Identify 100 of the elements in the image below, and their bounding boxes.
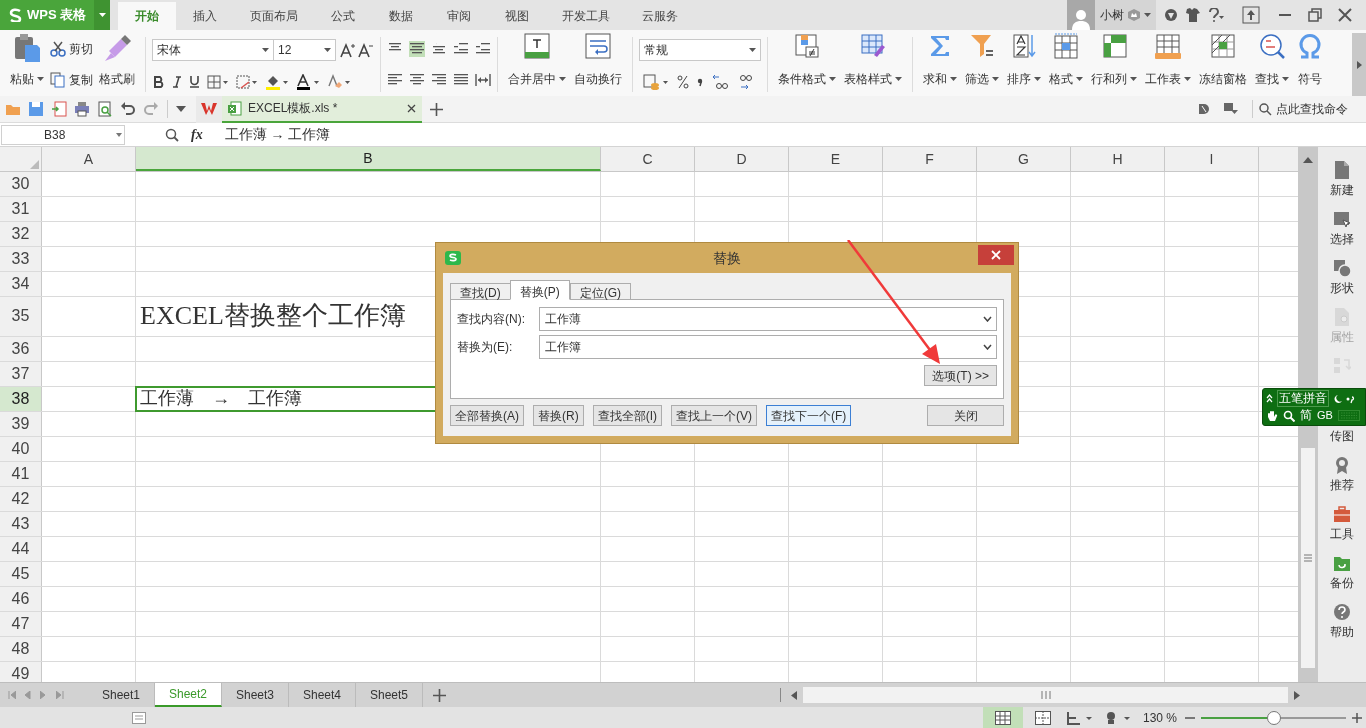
row-header[interactable]: 49 — [0, 661, 42, 682]
dialog-close-button[interactable] — [978, 245, 1014, 265]
menu-tab[interactable]: 数据 — [372, 2, 430, 30]
row-header[interactable]: 46 — [0, 586, 42, 611]
copy-button[interactable]: 复制 — [50, 71, 93, 90]
dialog-button[interactable]: 查找全部(I) — [592, 405, 662, 426]
table-style-button[interactable]: 表格样式 — [840, 33, 906, 91]
column-header[interactable]: E — [789, 147, 883, 171]
font-size-dropdown[interactable]: 12 — [274, 39, 336, 62]
macro-icon — [132, 712, 146, 724]
column-header[interactable]: D — [695, 147, 789, 171]
row-header[interactable]: 40 — [0, 436, 42, 461]
ime-toolbar[interactable]: 五笔拼音 简 GB — [1262, 388, 1366, 426]
paste-button[interactable]: 粘贴 — [6, 33, 48, 91]
dialog-button[interactable]: 查找下一个(F) — [766, 405, 852, 426]
number-format-dropdown[interactable]: 常规 — [639, 39, 761, 62]
first-sheet-icon — [8, 691, 16, 699]
row-header[interactable]: 36 — [0, 336, 42, 361]
slider-thumb[interactable] — [1266, 711, 1281, 725]
crown-badge-icon — [1127, 8, 1141, 22]
command-search-field[interactable]: 点此查找命令 — [1252, 100, 1360, 118]
dialog-tab[interactable]: 查找(D) — [450, 283, 511, 300]
row-header[interactable]: 39 — [0, 411, 42, 436]
dialog-button[interactable]: 替换(R) — [533, 405, 584, 426]
combo-field[interactable]: 工作簿 — [539, 335, 997, 359]
function-button[interactable]: fx — [191, 124, 203, 145]
sort-button[interactable]: 排序 — [1003, 33, 1045, 91]
filter-button[interactable]: 筛选 — [961, 33, 1003, 91]
shapes-button[interactable]: 形状 — [1330, 259, 1354, 297]
row-header[interactable]: 37 — [0, 361, 42, 386]
plus-icon — [433, 688, 446, 702]
worksheet-button[interactable]: 工作表 — [1141, 33, 1195, 91]
dialog-button[interactable]: 全部替换(A) — [450, 405, 524, 426]
menu-tab[interactable]: 插入 — [176, 2, 234, 30]
font-name-dropdown[interactable]: 宋体 — [152, 39, 274, 62]
row-header[interactable]: 38 — [0, 386, 42, 411]
freeze-panes-button[interactable]: 冻结窗格 — [1195, 33, 1251, 91]
recommend-button[interactable]: 推荐 — [1330, 456, 1354, 494]
zoom-slider[interactable] — [1201, 711, 1346, 725]
new-button[interactable]: 新建 — [1330, 161, 1354, 199]
user-name: 小树 — [1100, 7, 1124, 24]
active-cell[interactable]: 工作薄 → 工作簿 — [136, 386, 601, 411]
rows-columns-button[interactable]: 行和列 — [1087, 33, 1141, 91]
column-header[interactable]: F — [883, 147, 977, 171]
tools-button[interactable]: 工具 — [1330, 505, 1354, 543]
row-header[interactable]: 42 — [0, 486, 42, 511]
row-header[interactable]: 45 — [0, 561, 42, 586]
cut-button[interactable]: 剪切 — [50, 39, 93, 58]
row-header[interactable]: 31 — [0, 197, 42, 221]
help-button[interactable]: 帮助 — [1330, 603, 1354, 641]
format-button[interactable]: 格式 — [1045, 33, 1087, 91]
dialog-tab[interactable]: 定位(G) — [569, 283, 631, 300]
tab-close-button[interactable] — [407, 103, 416, 113]
backup-button[interactable]: 备份 — [1330, 554, 1354, 592]
ribbon-scroll-button[interactable] — [1352, 33, 1366, 96]
format-painter-button[interactable]: 格式刷 — [95, 33, 139, 91]
menu-tab[interactable]: 公式 — [314, 2, 372, 30]
menu-tab[interactable]: 云服务 — [626, 2, 694, 30]
column-header[interactable]: C — [601, 147, 695, 171]
menu-tab[interactable]: 审阅 — [430, 2, 488, 30]
sum-button[interactable]: 求和 — [919, 33, 961, 91]
close-icon — [407, 103, 416, 113]
symbol-button[interactable]: 符号 — [1293, 33, 1327, 91]
percent-icon — [677, 74, 689, 89]
new-tab-button[interactable] — [430, 102, 443, 116]
column-header[interactable]: H — [1071, 147, 1165, 171]
select-button[interactable]: 选择 — [1330, 210, 1354, 248]
row-header[interactable]: 33 — [0, 247, 42, 271]
normal-view-button[interactable] — [982, 707, 1023, 728]
document-tab[interactable]: EXCEL模板.xls * — [222, 95, 422, 123]
menu-tab[interactable]: 开发工具 — [546, 2, 626, 30]
row-header[interactable]: 48 — [0, 636, 42, 661]
row-header[interactable]: 30 — [0, 172, 42, 196]
column-header[interactable]: B — [136, 147, 601, 171]
row-header[interactable]: 47 — [0, 611, 42, 636]
horizontal-scrollbar-thumb[interactable] — [803, 687, 1288, 703]
row-header[interactable]: 35 — [0, 297, 42, 336]
scrollbar-thumb[interactable] — [1301, 448, 1315, 668]
row-header[interactable]: 43 — [0, 511, 42, 536]
dialog-close-text-button[interactable]: 关闭 — [927, 405, 1004, 426]
conditional-format-button[interactable]: 条件格式 — [774, 33, 840, 91]
menu-tab[interactable]: 视图 — [488, 2, 546, 30]
sheet-tab[interactable]: Sheet2 — [155, 683, 222, 707]
wrap-text-button[interactable]: 自动换行 — [570, 33, 626, 91]
combo-field[interactable]: 工作薄 — [539, 307, 997, 331]
row-header[interactable]: 34 — [0, 272, 42, 296]
menu-tab[interactable]: 页面布局 — [234, 2, 314, 30]
merge-center-button[interactable]: 合并居中 — [504, 33, 570, 91]
row-header[interactable]: 44 — [0, 536, 42, 561]
find-button[interactable]: 查找 — [1251, 33, 1293, 91]
name-box[interactable]: B38 — [1, 124, 125, 145]
dialog-tab[interactable]: 替换(P) — [509, 280, 570, 300]
row-header[interactable]: 41 — [0, 461, 42, 486]
menu-tab[interactable]: 开始 — [118, 2, 176, 30]
options-button[interactable]: 选项(T) >> — [924, 365, 997, 386]
column-header[interactable]: I — [1165, 147, 1259, 171]
row-header[interactable]: 32 — [0, 222, 42, 246]
column-header[interactable]: G — [977, 147, 1071, 171]
dialog-button[interactable]: 查找上一个(V) — [671, 405, 757, 426]
user-menu[interactable]: 小树 — [1095, 0, 1156, 30]
